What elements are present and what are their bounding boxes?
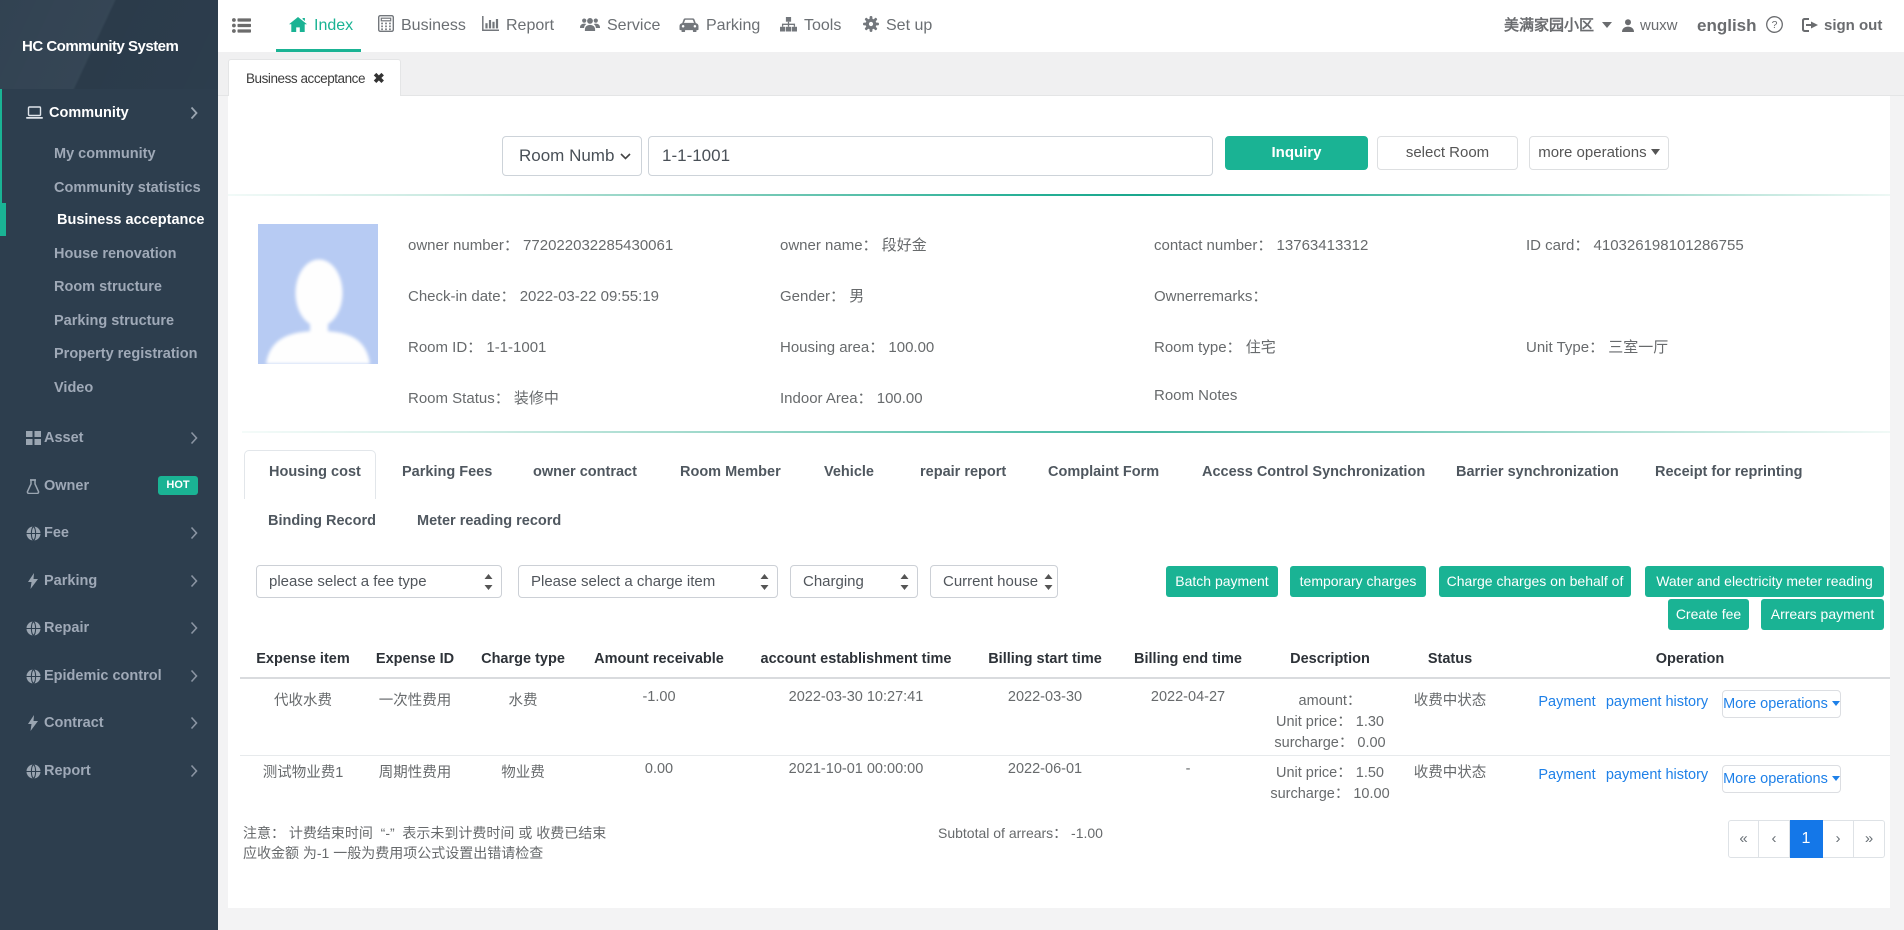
svg-text:?: ? xyxy=(1772,19,1778,31)
